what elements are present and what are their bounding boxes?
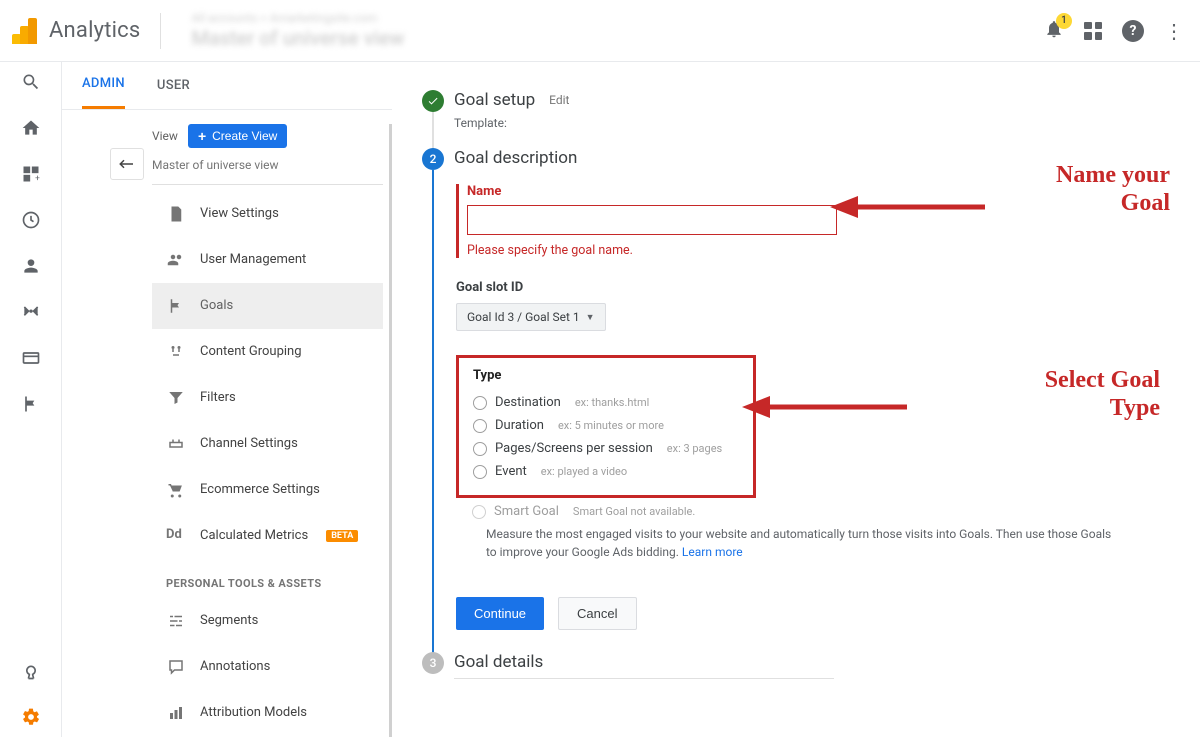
- breadcrumb[interactable]: All accounts > Amarketingsite.com Master…: [191, 11, 404, 51]
- nav-calculated-metrics[interactable]: DdCalculated MetricsBETA: [152, 513, 383, 559]
- annotation-name-goal: Name yourGoal: [1056, 162, 1170, 217]
- breadcrumb-account: All accounts > Amarketingsite.com: [191, 11, 404, 26]
- segments-icon: [166, 612, 186, 630]
- annotation-select-type: Select GoalType: [1045, 367, 1160, 422]
- nav-annotations[interactable]: Annotations: [152, 644, 383, 690]
- step3-marker: 3: [422, 652, 444, 674]
- arrow-type-icon: [742, 392, 912, 422]
- radio-pages-per-session[interactable]: Pages/Screens per sessionex: 3 pages: [473, 437, 739, 460]
- step-goal-setup: Goal setup Edit Template:: [454, 90, 1170, 130]
- overflow-menu-button[interactable]: ⋮: [1164, 21, 1184, 41]
- speech-icon: [166, 658, 186, 676]
- dashboard-icon[interactable]: +: [21, 164, 41, 184]
- nav-ecommerce-settings[interactable]: Ecommerce Settings: [152, 467, 383, 513]
- name-error: Please specify the goal name.: [467, 243, 1170, 258]
- topbar-left: Analytics All accounts > Amarketingsite.…: [12, 11, 404, 51]
- step1-marker: [422, 90, 444, 112]
- question-icon: ?: [1130, 23, 1137, 39]
- view-nav: View Settings User Management Goals Cont…: [152, 191, 383, 736]
- home-icon[interactable]: [21, 118, 41, 138]
- main-content: Goal setup Edit Template: 2 Goal descript…: [392, 62, 1200, 737]
- discover-icon[interactable]: [21, 661, 41, 681]
- nav-content-grouping[interactable]: Content Grouping: [152, 329, 383, 375]
- topbar-right: 1 ? ⋮: [1044, 19, 1184, 43]
- step-goal-details: 3 Goal details: [454, 652, 1170, 679]
- cart-icon: [166, 481, 186, 499]
- notification-badge: 1: [1056, 13, 1072, 29]
- radio-destination[interactable]: Destinationex: thanks.html: [473, 391, 739, 414]
- conversion-icon[interactable]: [21, 302, 41, 322]
- goal-type-box: Type Destinationex: thanks.html Duration…: [456, 355, 756, 498]
- step1-sub: Template:: [454, 116, 1170, 130]
- radio-icon: [473, 419, 487, 433]
- admin-gear-icon[interactable]: [21, 707, 41, 727]
- help-button[interactable]: ?: [1122, 20, 1144, 42]
- check-icon: [427, 95, 439, 107]
- admin-tabs: ADMIN USER: [62, 62, 392, 110]
- channel-icon: [166, 435, 186, 453]
- clock-icon[interactable]: [21, 210, 41, 230]
- nav-filters[interactable]: Filters: [152, 375, 383, 421]
- view-label: View: [152, 129, 178, 143]
- svg-text:+: +: [35, 174, 40, 184]
- create-view-button[interactable]: +Create View: [188, 124, 287, 148]
- view-header: View +Create View: [152, 124, 383, 148]
- top-bar: Analytics All accounts > Amarketingsite.…: [0, 0, 1200, 62]
- goal-slot-dropdown[interactable]: Goal Id 3 / Goal Set 1 ▼: [456, 303, 606, 331]
- funnel-icon: [166, 389, 186, 407]
- radio-event[interactable]: Eventex: played a video: [473, 460, 739, 483]
- left-rail: +: [0, 62, 62, 737]
- breadcrumb-view: Master of universe view: [191, 26, 404, 51]
- bars-icon: [166, 704, 186, 722]
- nav-segments[interactable]: Segments: [152, 598, 383, 644]
- app-title: Analytics: [49, 18, 140, 43]
- radio-icon: [473, 396, 487, 410]
- grouping-icon: [166, 343, 186, 361]
- analytics-logo-icon: [12, 18, 37, 44]
- nav-attribution-models[interactable]: Attribution Models: [152, 690, 383, 736]
- radio-icon: [473, 465, 487, 479]
- step1-edit[interactable]: Edit: [549, 93, 569, 107]
- person-icon[interactable]: [21, 256, 41, 276]
- smart-goal-description: Measure the most engaged visits to your …: [486, 525, 1116, 561]
- nav-channel-settings[interactable]: Channel Settings: [152, 421, 383, 467]
- nav-view-settings[interactable]: View Settings: [152, 191, 383, 237]
- dd-icon: Dd: [166, 527, 186, 545]
- search-icon[interactable]: [21, 72, 41, 92]
- flag-icon[interactable]: [21, 394, 41, 414]
- chevron-down-icon: ▼: [586, 312, 595, 323]
- step1-title: Goal setup: [454, 90, 535, 110]
- document-icon: [166, 205, 186, 223]
- plus-icon: +: [198, 129, 206, 143]
- people-icon: [166, 251, 186, 269]
- apps-button[interactable]: [1084, 22, 1102, 40]
- type-label: Type: [473, 368, 739, 383]
- notifications-button[interactable]: 1: [1044, 19, 1064, 43]
- dots-vertical-icon: ⋮: [1164, 19, 1184, 43]
- step2-title: Goal description: [454, 148, 577, 168]
- flag-icon: [166, 297, 186, 315]
- card-icon[interactable]: [21, 348, 41, 368]
- radio-smart-goal: Smart GoalSmart Goal not available.: [456, 498, 1170, 519]
- tab-admin[interactable]: ADMIN: [82, 62, 125, 109]
- radio-duration[interactable]: Durationex: 5 minutes or more: [473, 414, 739, 437]
- radio-icon: [473, 442, 487, 456]
- admin-panel: ADMIN USER View +Create View Master of u…: [62, 62, 392, 737]
- step3-title: Goal details: [454, 652, 543, 672]
- nav-user-management[interactable]: User Management: [152, 237, 383, 283]
- tab-user[interactable]: USER: [157, 62, 190, 109]
- cancel-button[interactable]: Cancel: [558, 597, 636, 630]
- goal-name-input[interactable]: [467, 205, 837, 235]
- beta-badge: BETA: [326, 530, 358, 542]
- radio-icon: [472, 505, 486, 519]
- view-subtitle: Master of universe view: [152, 158, 383, 172]
- arrow-name-icon: [830, 192, 990, 222]
- nav-goals[interactable]: Goals: [152, 283, 383, 329]
- section-personal-tools: PERSONAL TOOLS & ASSETS: [152, 559, 383, 598]
- continue-button[interactable]: Continue: [456, 597, 544, 630]
- step2-marker: 2: [422, 148, 444, 170]
- slot-label: Goal slot ID: [456, 280, 1170, 295]
- learn-more-link[interactable]: Learn more: [682, 545, 743, 559]
